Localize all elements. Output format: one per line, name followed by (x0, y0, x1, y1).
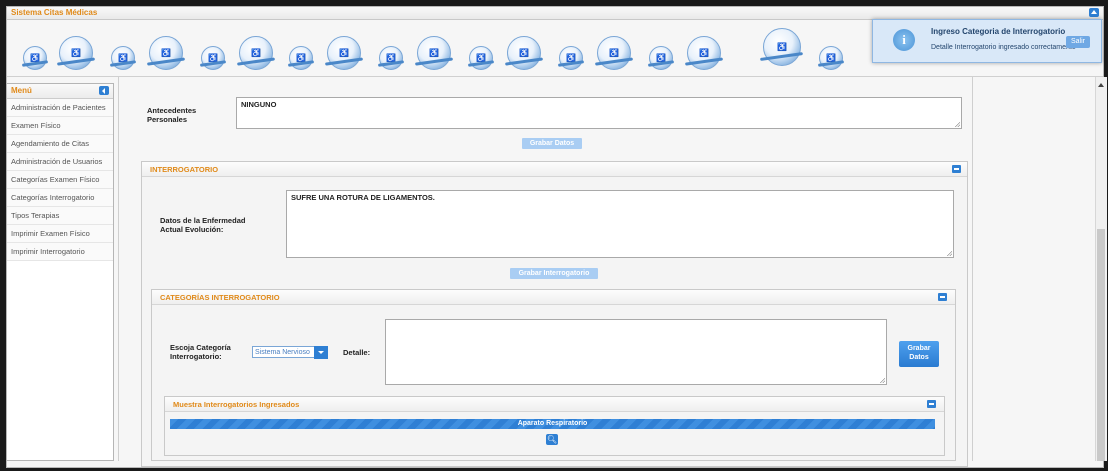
wheelchair-logo-icon: ♿ (327, 36, 361, 70)
sidebar-item-agendamiento-citas[interactable]: Agendamiento de Citas (7, 135, 113, 153)
wheelchair-logo-icon: ♿ (379, 46, 403, 70)
search-icon[interactable]: 🔍︎ (546, 434, 558, 445)
toast-title: Ingreso Categoria de Interrogatorio (931, 27, 1066, 36)
minimize-icon[interactable] (927, 400, 936, 408)
toast-message: Detalle Interrogatorio ingresado correct… (931, 44, 1076, 51)
antecedentes-field[interactable]: NINGUNO (236, 97, 962, 129)
sidebar-item-administracion-pacientes[interactable]: Administración de Pacientes (7, 99, 113, 117)
sidebar-item-categorias-interrogatorio[interactable]: Categorías Interrogatorio (7, 189, 113, 207)
app-title: Sistema Citas Médicas (11, 8, 98, 17)
collapse-header-icon[interactable] (1089, 8, 1099, 17)
minimize-icon[interactable] (952, 165, 961, 173)
wheelchair-logo-icon: ♿ (59, 36, 93, 70)
sidebar-item-imprimir-examen-fisico[interactable]: Imprimir Examen Físico (7, 225, 113, 243)
sidebar-item-categorias-examen-fisico[interactable]: Categorías Examen Físico (7, 171, 113, 189)
scroll-up-icon[interactable] (1098, 83, 1104, 87)
wheelchair-logo-icon: ♿ (469, 46, 493, 70)
sidebar-item-examen-fisico[interactable]: Examen Físico (7, 117, 113, 135)
wheelchair-logo-icon: ♿ (507, 36, 541, 70)
grabar-datos-antecedentes-button[interactable]: Grabar Datos (522, 138, 582, 149)
info-icon: i (893, 29, 915, 51)
escoja-categoria-label: Escoja Categoría Interrogatorio: (170, 343, 231, 361)
grabar-datos-categoria-button[interactable]: Grabar Datos (899, 341, 939, 367)
wheelchair-logo-icon: ♿ (649, 46, 673, 70)
detalle-label: Detalle: (343, 348, 371, 357)
categorias-title: CATEGORÍAS INTERROGATORIO (160, 293, 280, 302)
sidebar-item-imprimir-interrogatorio[interactable]: Imprimir Interrogatorio (7, 243, 113, 261)
wheelchair-logo-icon: ♿ (559, 46, 583, 70)
chevron-down-icon[interactable] (314, 346, 328, 359)
scroll-thumb[interactable] (1097, 229, 1105, 461)
wheelchair-logo-icon: ♿ (687, 36, 721, 70)
interrogatorio-panel-header: INTERROGATORIO (142, 162, 967, 177)
categoria-select-value: Sistema Nervioso (255, 349, 310, 356)
right-panel (975, 77, 1093, 461)
wheelchair-logo-icon: ♿ (111, 46, 135, 70)
logout-button[interactable]: Salir (1066, 36, 1090, 48)
sidebar-item-tipos-terapias[interactable]: Tipos Terapias (7, 207, 113, 225)
menu-title: Menú (11, 86, 32, 95)
wheelchair-logo-icon: ♿ (23, 46, 47, 70)
aparato-respiratorio-group[interactable]: Aparato Respiratorio (170, 419, 935, 429)
enfermedad-actual-label: Datos de la Enfermedad Actual Evolución: (160, 216, 246, 234)
antecedentes-label: Antecedentes Personales (147, 106, 197, 124)
categoria-select[interactable]: Sistema Nervioso (252, 346, 328, 359)
sidebar-item-administracion-usuarios[interactable]: Administración de Usuarios (7, 153, 113, 171)
grabar-interrogatorio-button[interactable]: Grabar Interrogatorio (510, 268, 598, 279)
wheelchair-logo-icon: ♿ (201, 46, 225, 70)
page-scrollbar[interactable] (1095, 77, 1107, 461)
enfermedad-actual-field[interactable]: SUFRE UNA ROTURA DE LIGAMENTOS. (286, 190, 954, 258)
collapse-left-icon[interactable] (99, 86, 109, 95)
wheelchair-logo-icon: ♿ (763, 28, 801, 66)
wheelchair-logo-icon: ♿ (149, 36, 183, 70)
wheelchair-logo-icon: ♿ (239, 36, 273, 70)
categorias-panel-header: CATEGORÍAS INTERROGATORIO (152, 290, 955, 305)
interrogatorio-title: INTERROGATORIO (150, 165, 219, 174)
menu-header: Menú (7, 84, 113, 99)
sidebar-menu: Menú Administración de Pacientes Examen … (6, 83, 114, 461)
detalle-field[interactable] (385, 319, 887, 385)
wheelchair-logo-icon: ♿ (597, 36, 631, 70)
muestra-panel-header: Muestra Interrogatorios Ingresados (165, 397, 944, 412)
wheelchair-logo-icon: ♿ (289, 46, 313, 70)
minimize-icon[interactable] (938, 293, 947, 301)
wheelchair-logo-icon: ♿ (819, 46, 843, 70)
wheelchair-logo-icon: ♿ (417, 36, 451, 70)
muestra-title: Muestra Interrogatorios Ingresados (173, 400, 300, 409)
